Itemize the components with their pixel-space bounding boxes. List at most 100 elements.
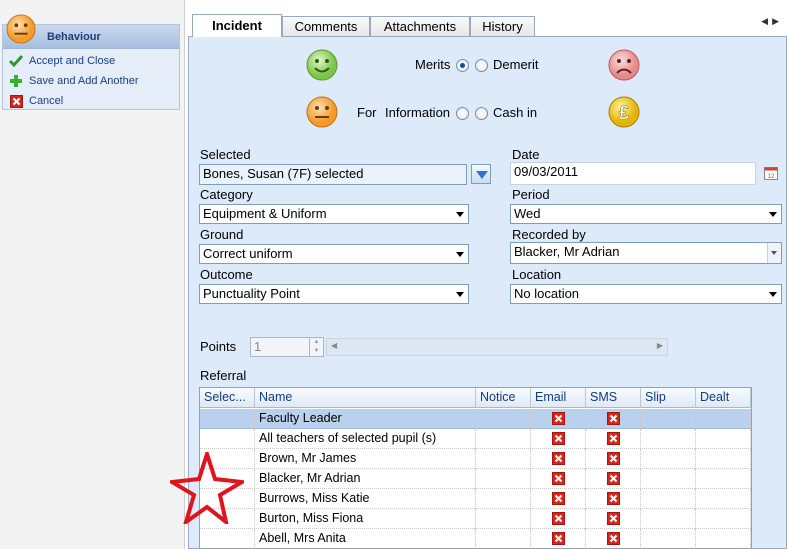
recorded-by-select[interactable]: Blacker, Mr Adrian bbox=[510, 242, 782, 264]
period-select[interactable]: Wed bbox=[510, 204, 782, 224]
tab-attachments[interactable]: Attachments bbox=[370, 16, 470, 37]
calendar-icon[interactable]: 12 bbox=[764, 166, 778, 180]
cancel-link[interactable]: Cancel bbox=[9, 92, 63, 110]
grid-cell bbox=[641, 489, 696, 509]
email-disabled-x-icon[interactable] bbox=[552, 412, 565, 425]
category-select[interactable]: Equipment & Uniform bbox=[199, 204, 469, 224]
grid-cell bbox=[476, 489, 531, 509]
email-disabled-x-icon[interactable] bbox=[552, 512, 565, 525]
points-scrollbar[interactable]: ◀ ▶ bbox=[326, 338, 668, 356]
behaviour-face-icon bbox=[6, 14, 36, 44]
grid-cell bbox=[586, 469, 641, 489]
sms-disabled-x-icon[interactable] bbox=[607, 472, 620, 485]
grid-cell bbox=[531, 449, 586, 469]
date-field[interactable]: 09/03/2011 bbox=[510, 162, 756, 185]
referral-name-cell: Brown, Mr James bbox=[255, 449, 476, 469]
chevron-down-icon bbox=[456, 292, 464, 297]
col-name-header[interactable]: Name bbox=[255, 388, 476, 408]
col-select-header[interactable]: Selec... bbox=[200, 388, 255, 408]
referral-name-cell: Burrows, Miss Katie bbox=[255, 489, 476, 509]
grid-cell bbox=[476, 449, 531, 469]
select-pupil-dropdown-button[interactable] bbox=[471, 164, 491, 184]
accept-and-close-link[interactable]: Accept and Close bbox=[9, 52, 115, 70]
outcome-select[interactable]: Punctuality Point bbox=[199, 284, 469, 304]
grid-cell bbox=[476, 509, 531, 529]
tab-comments[interactable]: Comments bbox=[282, 16, 370, 37]
for-label: For bbox=[357, 105, 377, 120]
row-select-cell[interactable] bbox=[200, 529, 255, 548]
email-disabled-x-icon[interactable] bbox=[552, 472, 565, 485]
email-disabled-x-icon[interactable] bbox=[552, 452, 565, 465]
points-spinner[interactable]: 1 ▲ ▼ bbox=[250, 337, 324, 357]
chevron-down-icon bbox=[769, 212, 777, 217]
referral-name-cell: Burton, Miss Fiona bbox=[255, 509, 476, 529]
category-value: Equipment & Uniform bbox=[203, 206, 327, 221]
grid-cell bbox=[641, 429, 696, 449]
information-radio[interactable] bbox=[456, 107, 469, 120]
points-spinner-buttons[interactable]: ▲ ▼ bbox=[309, 338, 323, 356]
sms-disabled-x-icon[interactable] bbox=[607, 512, 620, 525]
scroll-left-icon[interactable]: ◀ bbox=[331, 341, 337, 350]
tab-history[interactable]: History bbox=[470, 16, 535, 37]
pound-coin-icon: £ bbox=[608, 96, 640, 128]
grid-cell bbox=[696, 429, 751, 449]
points-value: 1 bbox=[254, 339, 262, 354]
table-row[interactable]: Burton, Miss Fiona bbox=[200, 509, 751, 529]
sms-disabled-x-icon[interactable] bbox=[607, 452, 620, 465]
table-row[interactable]: Burrows, Miss Katie bbox=[200, 489, 751, 509]
outcome-label: Outcome bbox=[200, 267, 253, 282]
location-label: Location bbox=[512, 267, 562, 282]
grid-cell bbox=[586, 489, 641, 509]
recorded-by-dropdown-button[interactable] bbox=[767, 243, 781, 263]
referral-name-cell: Abell, Mrs Anita bbox=[255, 529, 476, 548]
referral-grid[interactable]: Selec... Name Notice Email SMS Slip Deal… bbox=[199, 387, 752, 549]
col-slip-header[interactable]: Slip bbox=[641, 388, 696, 408]
table-row[interactable]: Abell, Mrs Anita bbox=[200, 529, 751, 548]
selected-pupil-field[interactable]: Bones, Susan (7F) selected bbox=[199, 164, 467, 185]
sms-disabled-x-icon[interactable] bbox=[607, 532, 620, 545]
table-row[interactable]: All teachers of selected pupil (s) bbox=[200, 429, 751, 449]
sms-disabled-x-icon[interactable] bbox=[607, 412, 620, 425]
left-task-pane: Behaviour Accept and Close Save and Add … bbox=[0, 0, 185, 549]
demerit-radio[interactable] bbox=[475, 59, 488, 72]
cash-in-radio[interactable] bbox=[475, 107, 488, 120]
spin-down-icon[interactable]: ▼ bbox=[310, 347, 323, 356]
grid-cell bbox=[696, 449, 751, 469]
col-sms-header[interactable]: SMS bbox=[586, 388, 641, 408]
svg-text:£: £ bbox=[619, 103, 630, 124]
scroll-right-icon[interactable]: ▶ bbox=[657, 341, 663, 350]
cancel-x-icon bbox=[9, 94, 23, 108]
merits-radio[interactable] bbox=[456, 59, 469, 72]
col-email-header[interactable]: Email bbox=[531, 388, 586, 408]
location-select[interactable]: No location bbox=[510, 284, 782, 304]
grid-cell bbox=[586, 409, 641, 429]
col-dealt-header[interactable]: Dealt bbox=[696, 388, 751, 408]
table-row[interactable]: Faculty Leader bbox=[200, 409, 751, 429]
grid-cell bbox=[641, 529, 696, 548]
ground-select[interactable]: Correct uniform bbox=[199, 244, 469, 264]
grid-cell bbox=[696, 489, 751, 509]
chevron-down-icon bbox=[456, 212, 464, 217]
email-disabled-x-icon[interactable] bbox=[552, 532, 565, 545]
grid-cell bbox=[641, 509, 696, 529]
points-label: Points bbox=[200, 339, 237, 354]
tab-incident[interactable]: Incident bbox=[192, 14, 282, 37]
email-disabled-x-icon[interactable] bbox=[552, 492, 565, 505]
save-and-add-another-link[interactable]: Save and Add Another bbox=[9, 72, 138, 90]
sms-disabled-x-icon[interactable] bbox=[607, 492, 620, 505]
sms-disabled-x-icon[interactable] bbox=[607, 432, 620, 445]
email-disabled-x-icon[interactable] bbox=[552, 432, 565, 445]
red-star-annotation bbox=[170, 452, 244, 524]
period-label: Period bbox=[512, 187, 550, 202]
row-select-cell[interactable] bbox=[200, 409, 255, 429]
date-label: Date bbox=[512, 147, 540, 162]
date-value: 09/03/2011 bbox=[514, 164, 579, 179]
tab-scroll-arrows[interactable]: ◀▶ bbox=[761, 16, 783, 27]
spin-up-icon[interactable]: ▲ bbox=[310, 338, 323, 347]
table-row[interactable]: Blacker, Mr Adrian bbox=[200, 469, 751, 489]
table-row[interactable]: Brown, Mr James bbox=[200, 449, 751, 469]
col-notice-header[interactable]: Notice bbox=[476, 388, 531, 408]
chevron-down-icon bbox=[769, 292, 777, 297]
row-select-cell[interactable] bbox=[200, 429, 255, 449]
information-label: Information bbox=[385, 105, 451, 120]
